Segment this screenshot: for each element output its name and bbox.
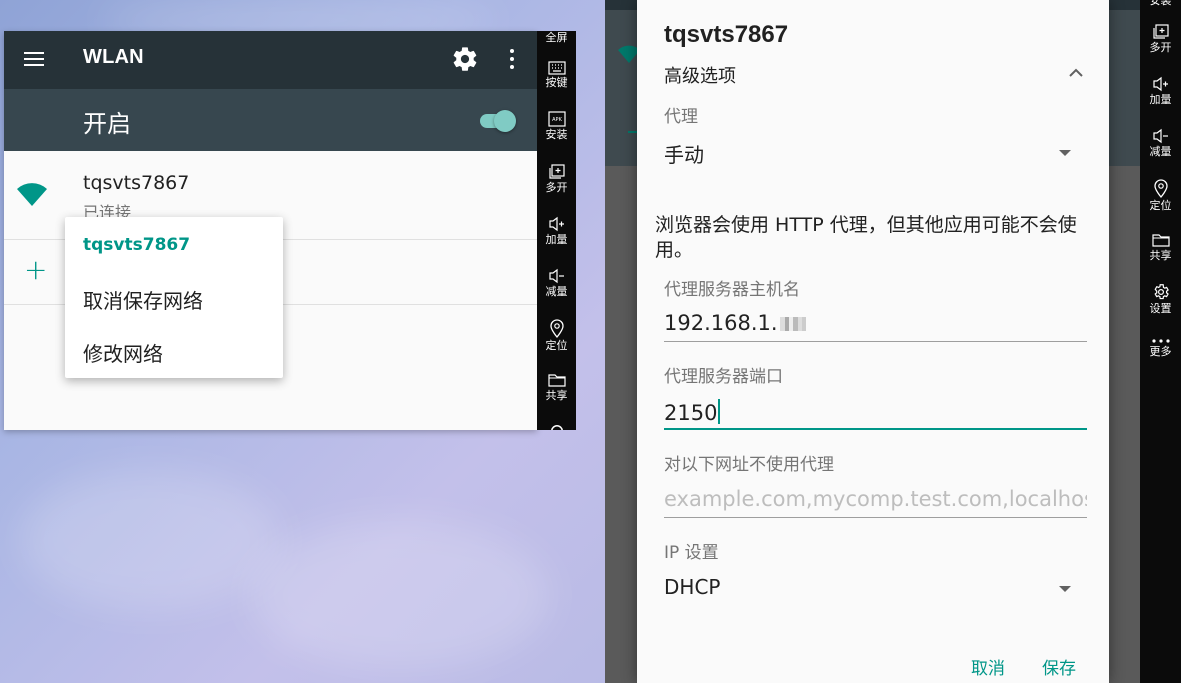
right-tool-sidebar: 安装 多开 加量 减量 定位 共享 设置 更多 <box>1140 0 1181 683</box>
sidebar-item-more[interactable]: 更多 <box>1140 338 1181 358</box>
advanced-options-label: 高级选项 <box>664 66 736 87</box>
sidebar-item-settings[interactable]: 设置 <box>1140 283 1181 315</box>
background-cloud <box>250 520 550 670</box>
sidebar-item-label: 共享 <box>1149 249 1172 262</box>
sidebar-item-label: 多开 <box>545 181 568 194</box>
port-field[interactable]: 2150 <box>664 396 1087 430</box>
menu-icon[interactable] <box>22 47 46 71</box>
location-icon <box>549 319 564 338</box>
sidebar-item-label: 加量 <box>545 233 568 246</box>
wifi-signal-icon <box>17 183 47 206</box>
volume-down-icon <box>548 268 564 284</box>
sidebar-item-fullscreen[interactable]: 全屏 <box>537 31 576 44</box>
proxy-value: 手动 <box>664 143 704 167</box>
sidebar-item-share[interactable]: 共享 <box>1140 232 1181 262</box>
text-cursor <box>718 399 721 424</box>
sidebar-item-label: 定位 <box>1149 199 1172 212</box>
sidebar-item-volume-up[interactable]: 加量 <box>1140 76 1181 106</box>
sidebar-item-volume-down[interactable]: 减量 <box>537 268 576 298</box>
more-icon <box>1151 339 1170 343</box>
sidebar-item-label: 定位 <box>545 339 568 352</box>
volume-up-icon <box>1152 76 1168 92</box>
proxy-label: 代理 <box>664 107 698 127</box>
context-menu-header: tqsvts7867 <box>83 235 191 255</box>
wlan-toggle[interactable] <box>478 109 516 132</box>
port-label: 代理服务器端口 <box>664 367 783 387</box>
advanced-options-toggle[interactable]: 高级选项 <box>664 60 1088 90</box>
sidebar-item-label: 减量 <box>545 285 568 298</box>
forget-network-item[interactable]: 取消保存网络 <box>83 285 203 314</box>
proxy-select[interactable]: 手动 <box>664 137 1088 169</box>
sidebar-item-install[interactable]: 安装 <box>1140 0 1181 7</box>
more-options-icon[interactable] <box>504 47 520 73</box>
svg-text:APK: APK <box>552 117 562 123</box>
bypass-placeholder: example.com,mycomp.test.com,localhost <box>664 487 1087 511</box>
gear-icon <box>550 425 563 430</box>
sidebar-item-volume-up[interactable]: 加量 <box>537 216 576 246</box>
hostname-field[interactable]: 192.168.1. <box>664 308 1087 342</box>
port-value: 2150 <box>664 401 718 425</box>
chevron-up-icon <box>1069 68 1083 77</box>
hostname-label: 代理服务器主机名 <box>664 280 800 300</box>
sidebar-item-location[interactable]: 定位 <box>1140 178 1181 212</box>
sidebar-item-label: 多开 <box>1149 41 1172 54</box>
sidebar-item-multi[interactable]: 多开 <box>1140 24 1181 54</box>
redacted-mosaic <box>779 317 806 331</box>
dropdown-arrow-icon <box>1059 150 1071 156</box>
bypass-field[interactable]: example.com,mycomp.test.com,localhost <box>664 484 1087 518</box>
sidebar-item-share[interactable]: 共享 <box>537 372 576 402</box>
network-ssid: tqsvts7867 <box>83 172 190 194</box>
dropdown-arrow-icon <box>1059 586 1071 592</box>
sidebar-item-label: 全屏 <box>545 31 568 44</box>
dialog-title: tqsvts7867 <box>664 21 789 48</box>
apk-icon: APK <box>547 111 566 127</box>
wlan-switch-bar: 开启 <box>4 89 537 151</box>
background-cloud <box>20 470 280 610</box>
folder-icon <box>547 374 566 387</box>
page-title: WLAN <box>83 46 144 68</box>
keyboard-icon <box>547 61 566 75</box>
sidebar-item-keys[interactable]: 按键 <box>537 61 576 89</box>
bypass-label: 对以下网址不使用代理 <box>664 455 834 475</box>
proxy-warning-text: 浏览器会使用 HTTP 代理，但其他应用可能不会使用。 <box>655 214 1077 261</box>
multi-open-icon <box>1152 24 1169 39</box>
modify-network-item[interactable]: 修改网络 <box>83 338 163 367</box>
ip-settings-label: IP 设置 <box>664 543 719 563</box>
sidebar-item-label: 按键 <box>545 76 568 89</box>
app-bar: WLAN <box>4 31 537 89</box>
sidebar-item-label: 加量 <box>1149 93 1172 106</box>
sidebar-item-label: 减量 <box>1149 145 1172 158</box>
switch-label: 开启 <box>83 110 131 138</box>
sidebar-item-label: 更多 <box>1149 345 1172 358</box>
sidebar-item-install[interactable]: APK 安装 <box>537 111 576 141</box>
folder-icon <box>1151 234 1170 247</box>
sidebar-item-multi[interactable]: 多开 <box>537 164 576 194</box>
volume-up-icon <box>548 216 564 232</box>
sidebar-item-label: 设置 <box>1149 302 1172 315</box>
sidebar-item-settings[interactable] <box>537 422 576 430</box>
gear-icon <box>1153 284 1169 300</box>
sidebar-item-location[interactable]: 定位 <box>537 318 576 352</box>
gear-icon[interactable] <box>451 45 479 73</box>
context-menu: tqsvts7867 取消保存网络 修改网络 <box>65 217 283 378</box>
multi-open-icon <box>548 164 565 179</box>
left-emulator-window: WLAN 开启 tqsvts7867 已连接 + tqsvts7867 取消保存… <box>4 31 537 430</box>
save-button[interactable]: 保存 <box>1042 654 1076 679</box>
sidebar-item-label: 共享 <box>545 389 568 402</box>
volume-down-icon <box>1152 128 1168 144</box>
hostname-value: 192.168.1. <box>664 311 778 335</box>
add-icon: + <box>24 253 48 286</box>
cancel-button[interactable]: 取消 <box>971 654 1005 679</box>
ip-settings-value: DHCP <box>664 575 721 599</box>
toggle-thumb <box>494 110 516 132</box>
sidebar-item-label: 安装 <box>545 128 568 141</box>
left-tool-sidebar: 全屏 按键 APK 安装 多开 加量 减量 定位 共享 <box>537 31 576 430</box>
sidebar-item-label: 安装 <box>1149 0 1172 7</box>
ip-settings-select[interactable]: DHCP <box>664 573 1088 605</box>
modify-network-dialog: tqsvts7867 高级选项 代理 手动 浏览器会使用 HTTP 代理，但其他… <box>637 0 1109 683</box>
location-icon <box>1153 179 1168 198</box>
sidebar-item-volume-down[interactable]: 减量 <box>1140 128 1181 158</box>
